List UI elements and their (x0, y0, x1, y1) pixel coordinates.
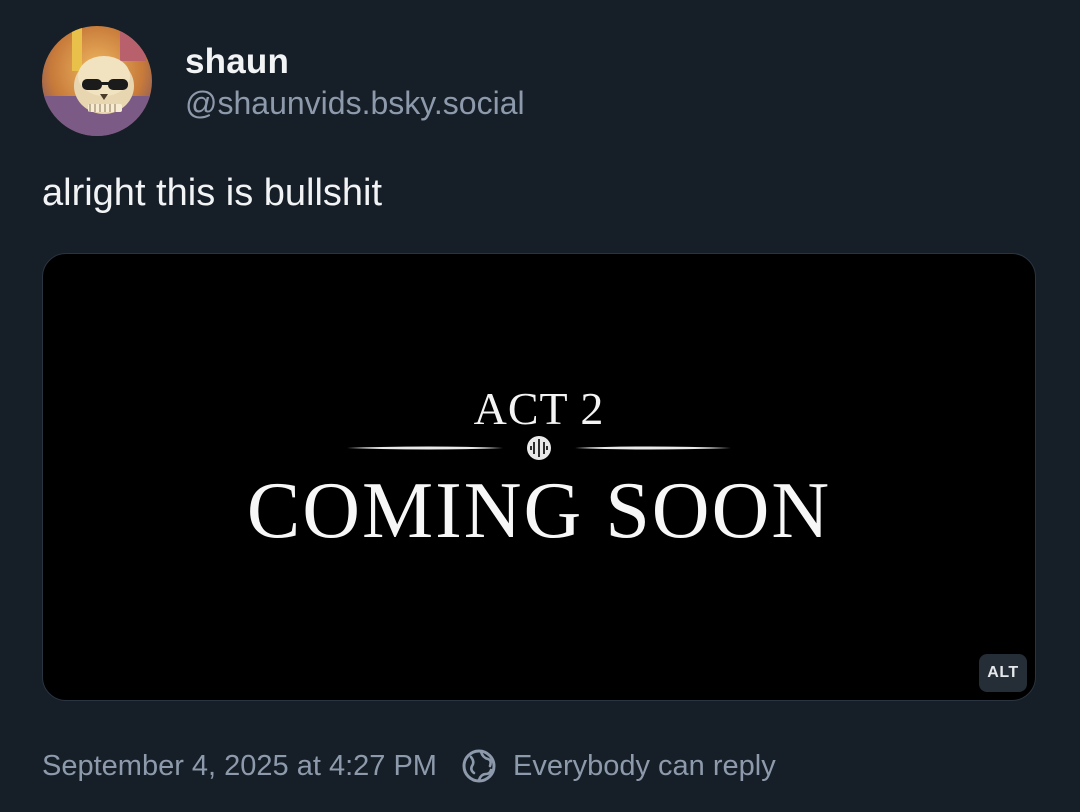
reply-setting[interactable]: Everybody can reply (513, 750, 776, 783)
post-image[interactable]: ACT 2 COMING SOON ALT (42, 253, 1036, 701)
avatar[interactable] (42, 26, 152, 136)
post-footer: September 4, 2025 at 4:27 PM Everybody c… (42, 746, 776, 786)
skull-avatar-icon (42, 26, 152, 136)
image-overline: ACT 2 (473, 383, 605, 434)
post: shaun @shaunvids.bsky.social alright thi… (0, 0, 1080, 812)
display-name[interactable]: shaun (185, 42, 289, 82)
image-headline: COMING SOON (246, 467, 832, 555)
globe-reply-icon[interactable] (461, 748, 497, 784)
ornament-divider-icon (347, 436, 731, 460)
user-handle[interactable]: @shaunvids.bsky.social (185, 85, 525, 122)
alt-text-button[interactable]: ALT (979, 654, 1027, 692)
post-timestamp[interactable]: September 4, 2025 at 4:27 PM (42, 750, 437, 783)
post-text: alright this is bullshit (42, 172, 383, 214)
